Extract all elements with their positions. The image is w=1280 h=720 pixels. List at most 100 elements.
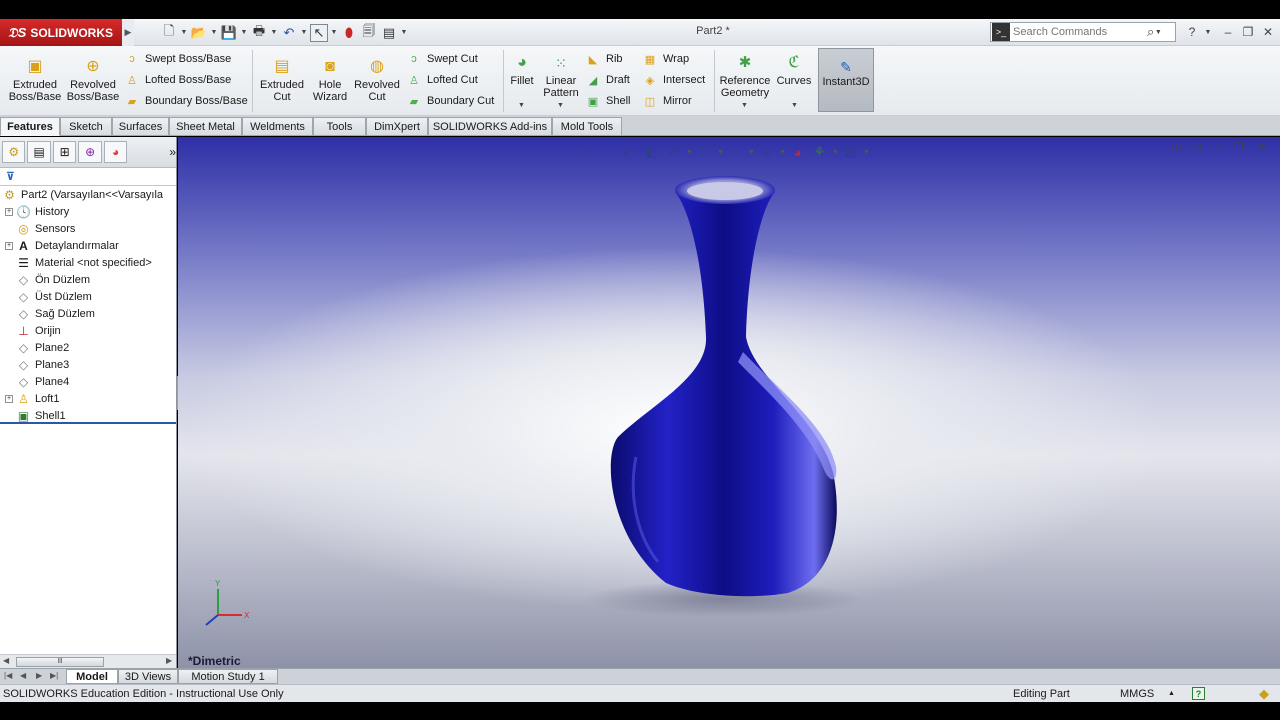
swept-boss-button[interactable]: ↄ Swept Boss/Base bbox=[124, 50, 231, 68]
tab-sketch[interactable]: Sketch bbox=[60, 117, 112, 136]
property-manager-tab-icon[interactable]: ▤ bbox=[27, 141, 51, 163]
save-icon[interactable]: 💾 bbox=[220, 24, 238, 42]
horizontal-scrollbar[interactable]: ◀ Ⅲ ▶ bbox=[0, 654, 176, 668]
shell-button[interactable]: ▣ Shell bbox=[585, 92, 631, 110]
next-tab-icon[interactable]: ▶ bbox=[36, 671, 42, 680]
search-icon[interactable]: ⌕ bbox=[1147, 24, 1154, 40]
tab-3d-views[interactable]: 3D Views bbox=[118, 669, 178, 684]
file-properties-icon[interactable]: 🗐 bbox=[360, 23, 378, 42]
tree-root-part[interactable]: ⚙ Part2 (Varsayılan<<Varsayıla bbox=[2, 186, 163, 203]
unit-system-selector[interactable]: MMGS bbox=[1120, 688, 1154, 700]
tab-model[interactable]: Model bbox=[66, 669, 118, 684]
boundary-cut-button[interactable]: ▰ Boundary Cut bbox=[406, 92, 495, 110]
chevron-down-icon[interactable]: ▼ bbox=[180, 29, 188, 36]
chevron-down-icon[interactable]: ▼ bbox=[1154, 29, 1162, 36]
expand-plus-icon[interactable]: + bbox=[5, 207, 13, 216]
instant3d-button[interactable]: ✎ Instant3D bbox=[818, 48, 874, 112]
revolved-boss-button[interactable]: ⊕ Revolved Boss/Base bbox=[66, 56, 120, 104]
rebuild-traffic-light-icon[interactable]: ⬮ bbox=[340, 24, 358, 42]
tab-solidworks-addins[interactable]: SOLIDWORKS Add-ins bbox=[428, 117, 552, 136]
expand-plus-icon[interactable]: + bbox=[5, 241, 13, 250]
select-pointer-icon[interactable]: ↖ bbox=[310, 23, 328, 42]
solidworks-logo[interactable]: 𝔇S SOLIDWORKS bbox=[0, 19, 122, 46]
chevron-down-icon[interactable]: ▼ bbox=[210, 29, 218, 36]
chevron-down-icon[interactable]: ▼ bbox=[518, 102, 525, 109]
open-folder-icon[interactable]: 📂 bbox=[190, 24, 208, 42]
chevron-down-icon[interactable]: ▼ bbox=[791, 102, 798, 109]
rebuild-tag-icon[interactable]: ◆ bbox=[1259, 686, 1269, 702]
close-icon[interactable]: ✕ bbox=[1259, 23, 1277, 41]
prev-tab-icon[interactable]: ◀ bbox=[20, 671, 26, 680]
tree-item-material[interactable]: ☰ Material <not specified> bbox=[5, 254, 152, 271]
scrollbar-thumb[interactable]: Ⅲ bbox=[16, 657, 104, 667]
menu-expand-icon[interactable]: ▶ bbox=[122, 19, 134, 46]
lofted-cut-button[interactable]: ♙ Lofted Cut bbox=[406, 71, 478, 89]
vase-model[interactable] bbox=[178, 137, 1280, 668]
tree-item-sensors[interactable]: ◎ Sensors bbox=[5, 220, 75, 237]
last-tab-icon[interactable]: ▶| bbox=[50, 671, 58, 680]
chevron-down-icon[interactable]: ▼ bbox=[330, 29, 338, 36]
configuration-manager-tab-icon[interactable]: ⊞ bbox=[52, 141, 77, 163]
extruded-boss-button[interactable]: ▣ Extruded Boss/Base bbox=[6, 56, 64, 104]
undo-icon[interactable]: ↶ bbox=[280, 24, 298, 42]
draft-button[interactable]: ◢ Draft bbox=[585, 71, 630, 89]
lofted-boss-button[interactable]: ♙ Lofted Boss/Base bbox=[124, 71, 231, 89]
expand-panel-icon[interactable]: » bbox=[169, 145, 176, 159]
curves-button[interactable]: ℭ Curves bbox=[776, 52, 812, 88]
quick-tips-help-icon[interactable]: ? bbox=[1192, 687, 1205, 700]
tree-item-plane3[interactable]: ◇ Plane3 bbox=[5, 356, 69, 373]
hole-wizard-button[interactable]: ◙ Hole Wizard bbox=[308, 56, 352, 104]
chevron-down-icon[interactable]: ▼ bbox=[557, 102, 564, 109]
tab-sheet-metal[interactable]: Sheet Metal bbox=[169, 117, 242, 136]
tab-motion-study-1[interactable]: Motion Study 1 bbox=[178, 669, 278, 684]
chevron-down-icon[interactable]: ▼ bbox=[1199, 23, 1217, 41]
scroll-left-icon[interactable]: ◀ bbox=[3, 656, 9, 665]
tree-item-history[interactable]: + 🕓 History bbox=[5, 203, 69, 220]
tab-weldments[interactable]: Weldments bbox=[242, 117, 313, 136]
search-commands-box[interactable]: >_ ⌕ ▼ bbox=[990, 22, 1176, 42]
tree-item-front-plane[interactable]: ◇ Ön Düzlem bbox=[5, 271, 90, 288]
dimxpert-manager-tab-icon[interactable]: ⊕ bbox=[78, 141, 102, 163]
mirror-button[interactable]: ◫ Mirror bbox=[642, 92, 692, 110]
tree-item-annotations[interactable]: + A Detaylandırmalar bbox=[5, 237, 119, 254]
search-input[interactable] bbox=[1013, 26, 1145, 38]
tree-item-plane2[interactable]: ◇ Plane2 bbox=[5, 339, 69, 356]
chevron-down-icon[interactable]: ▼ bbox=[741, 102, 748, 109]
fillet-button[interactable]: ◕ Fillet bbox=[507, 52, 537, 88]
intersect-button[interactable]: ◈ Intersect bbox=[642, 71, 705, 89]
tab-dimxpert[interactable]: DimXpert bbox=[366, 117, 428, 136]
tab-features[interactable]: Features bbox=[0, 117, 60, 136]
graphics-area[interactable]: ⌕ ⌕ ⤺ ◧ ⬀ ▼ ⬚ ▼ ◌ ▼ ∞ ▼ ◕ ⚘ ▼ ▦ ▼ ◫ ⊡ – ❐ ✕ bbox=[178, 137, 1280, 668]
first-tab-icon[interactable]: |◀ bbox=[4, 671, 12, 680]
tree-item-top-plane[interactable]: ◇ Üst Düzlem bbox=[5, 288, 92, 305]
expand-plus-icon[interactable]: + bbox=[5, 394, 13, 403]
linear-pattern-button[interactable]: ⁙ Linear Pattern bbox=[542, 52, 580, 99]
tree-item-plane4[interactable]: ◇ Plane4 bbox=[5, 373, 69, 390]
chevron-down-icon[interactable]: ▼ bbox=[240, 29, 248, 36]
options-icon[interactable]: ▤ bbox=[380, 24, 398, 42]
tree-item-right-plane[interactable]: ◇ Sağ Düzlem bbox=[5, 305, 95, 322]
revolved-cut-button[interactable]: ◍ Revolved Cut bbox=[354, 56, 400, 104]
extruded-cut-button[interactable]: ▤ Extruded Cut bbox=[256, 56, 308, 104]
wrap-button[interactable]: ▦ Wrap bbox=[642, 50, 689, 68]
chevron-up-icon[interactable]: ▲ bbox=[1168, 690, 1175, 697]
chevron-down-icon[interactable]: ▼ bbox=[270, 29, 278, 36]
scroll-right-icon[interactable]: ▶ bbox=[166, 656, 172, 665]
chevron-down-icon[interactable]: ▼ bbox=[300, 29, 308, 36]
tree-item-loft1[interactable]: + ♙ Loft1 bbox=[5, 390, 59, 407]
boundary-boss-button[interactable]: ▰ Boundary Boss/Base bbox=[124, 92, 248, 110]
rib-button[interactable]: ◣ Rib bbox=[585, 50, 623, 68]
restore-icon[interactable]: ❐ bbox=[1239, 23, 1257, 41]
print-icon[interactable]: 🖶 bbox=[250, 23, 268, 42]
tab-tools[interactable]: Tools bbox=[313, 117, 366, 136]
reference-geometry-button[interactable]: ✱ Reference Geometry bbox=[718, 52, 772, 99]
tab-surfaces[interactable]: Surfaces bbox=[112, 117, 169, 136]
swept-cut-button[interactable]: ↄ Swept Cut bbox=[406, 50, 478, 68]
rollback-bar[interactable] bbox=[0, 422, 176, 424]
display-manager-tab-icon[interactable]: ◕ bbox=[103, 141, 128, 163]
minimize-icon[interactable]: – bbox=[1219, 23, 1237, 41]
tab-mold-tools[interactable]: Mold Tools bbox=[552, 117, 622, 136]
new-document-icon[interactable]: 🗋 bbox=[160, 23, 178, 42]
feature-tree-tab-icon[interactable]: ⚙ bbox=[2, 141, 26, 163]
tree-item-origin[interactable]: ⊥ Orijin bbox=[5, 322, 60, 339]
